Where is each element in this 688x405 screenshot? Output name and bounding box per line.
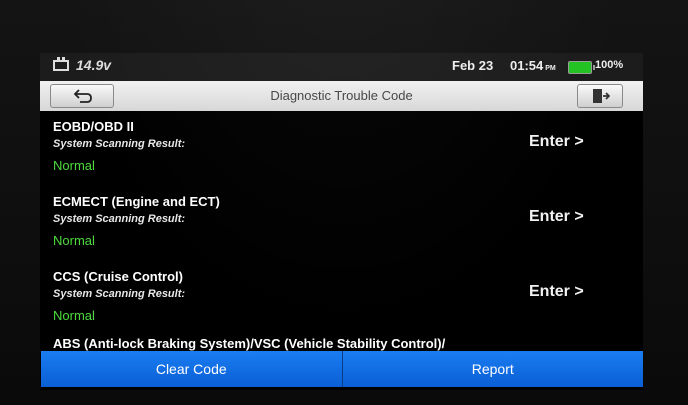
clear-code-button[interactable]: Clear Code bbox=[41, 351, 343, 387]
enter-button[interactable]: Enter > bbox=[529, 283, 584, 301]
system-item-abs[interactable]: ABS (Anti-lock Braking System)/VSC (Vehi… bbox=[40, 336, 643, 351]
scan-result-label: System Scanning Result: bbox=[53, 288, 186, 300]
battery-icon bbox=[568, 61, 595, 74]
report-button[interactable]: Report bbox=[342, 351, 643, 387]
system-name: CCS (Cruise Control) bbox=[53, 269, 183, 284]
status-bar: 14.9v Feb 23 01:54 PM 100% bbox=[40, 53, 643, 81]
device-bezel: 14.9v Feb 23 01:54 PM 100% Diagnostic Tro… bbox=[0, 0, 688, 405]
title-bar: Diagnostic Trouble Code bbox=[40, 81, 643, 111]
exit-button[interactable] bbox=[577, 84, 623, 108]
bottom-action-bar: Clear Code Report bbox=[41, 351, 643, 387]
status-time-value: 01:54 bbox=[510, 58, 544, 73]
system-item-eobd[interactable]: EOBD/OBD II System Scanning Result: Norm… bbox=[40, 111, 643, 186]
scan-result-label: System Scanning Result: bbox=[53, 213, 186, 225]
enter-button[interactable]: Enter > bbox=[529, 133, 584, 151]
status-ampm: PM bbox=[545, 65, 556, 72]
exit-icon bbox=[593, 89, 610, 103]
page-title: Diagnostic Trouble Code bbox=[270, 88, 413, 103]
scan-result-label: System Scanning Result: bbox=[53, 138, 186, 150]
device-screen: 14.9v Feb 23 01:54 PM 100% Diagnostic Tro… bbox=[40, 53, 643, 390]
system-item-ccs[interactable]: CCS (Cruise Control) System Scanning Res… bbox=[40, 261, 643, 336]
enter-button[interactable]: Enter > bbox=[529, 208, 584, 226]
system-name: ABS (Anti-lock Braking System)/VSC (Vehi… bbox=[53, 336, 446, 351]
status-time: 01:54 PM bbox=[510, 58, 556, 73]
voltage-readout: 14.9v bbox=[76, 57, 112, 73]
scan-result-value: Normal bbox=[53, 308, 95, 323]
scan-result-value: Normal bbox=[53, 158, 95, 173]
scan-result-value: Normal bbox=[53, 233, 95, 248]
system-name: EOBD/OBD II bbox=[53, 119, 134, 134]
system-name: ECMECT (Engine and ECT) bbox=[53, 194, 220, 209]
system-list: EOBD/OBD II System Scanning Result: Norm… bbox=[40, 111, 643, 351]
car-battery-icon bbox=[53, 57, 69, 71]
battery-percent: 100% bbox=[595, 59, 624, 71]
status-date: Feb 23 bbox=[452, 58, 494, 73]
system-item-ecmect[interactable]: ECMECT (Engine and ECT) System Scanning … bbox=[40, 186, 643, 261]
